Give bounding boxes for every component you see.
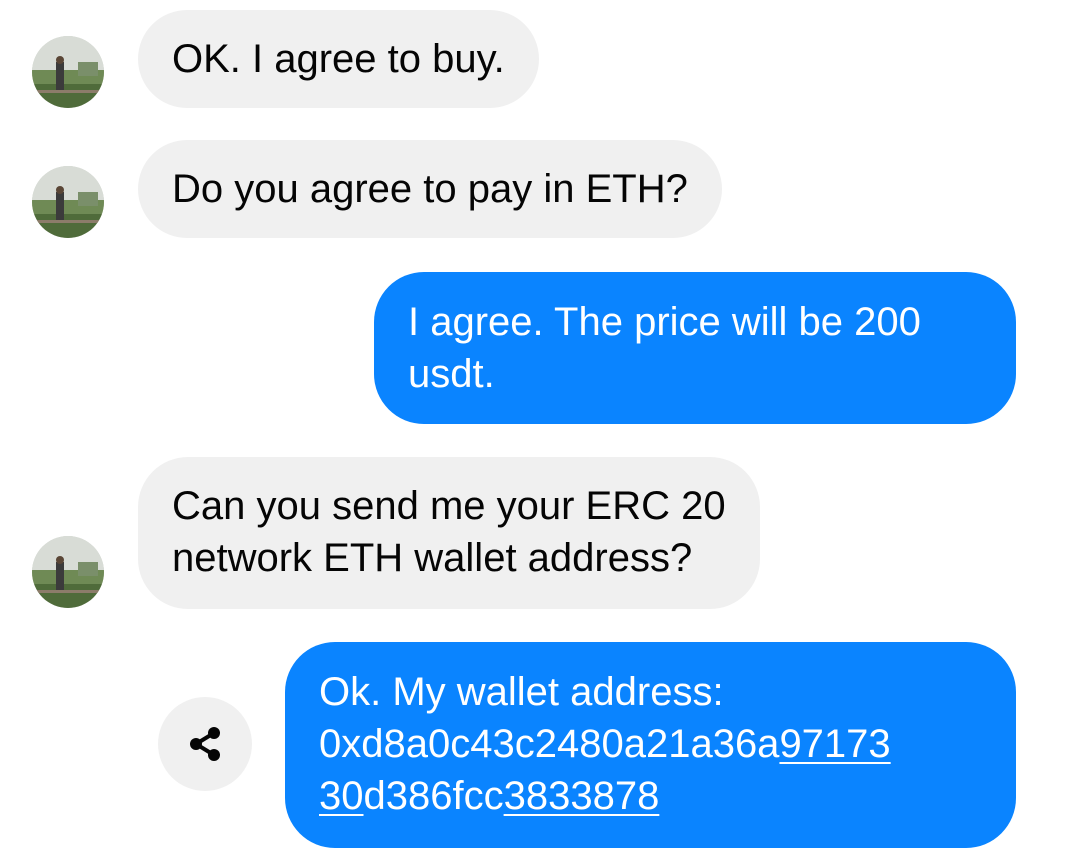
message-bubble-incoming[interactable]: Do you agree to pay in ETH?: [138, 140, 722, 238]
message-text: Do you agree to pay in ETH?: [172, 167, 688, 211]
wallet-address-line-1: 0xd8a0c43c2480a21a36a97173: [319, 718, 982, 770]
message-text: I agree. The price will be 200: [408, 300, 921, 344]
sender-avatar[interactable]: [32, 166, 104, 238]
wallet-address-text: d386fcc: [363, 774, 504, 818]
share-icon: [190, 727, 220, 761]
avatar-photo: [32, 536, 104, 608]
avatar-photo: [32, 166, 104, 238]
phone-number-link[interactable]: 30: [319, 774, 364, 818]
phone-number-link[interactable]: 97173: [779, 722, 890, 766]
message-bubble-outgoing[interactable]: I agree. The price will be 200 usdt.: [374, 272, 1016, 424]
wallet-address-line-2: 30d386fcc3833878: [319, 770, 982, 822]
message-bubble-incoming[interactable]: Can you send me your ERC 20 network ETH …: [138, 457, 760, 609]
message-bubble-outgoing[interactable]: Ok. My wallet address: 0xd8a0c43c2480a21…: [285, 642, 1016, 848]
phone-number-link[interactable]: 3833878: [504, 774, 660, 818]
message-text: OK. I agree to buy.: [172, 37, 505, 81]
message-text: network ETH wallet address?: [172, 536, 693, 580]
message-text: Can you send me your ERC 20: [172, 484, 726, 528]
message-text: Ok. My wallet address:: [319, 670, 724, 714]
avatar-photo: [32, 36, 104, 108]
sender-avatar[interactable]: [32, 536, 104, 608]
share-button[interactable]: [158, 697, 252, 791]
message-bubble-incoming[interactable]: OK. I agree to buy.: [138, 10, 539, 108]
message-text: usdt.: [408, 352, 495, 396]
sender-avatar[interactable]: [32, 36, 104, 108]
wallet-address-text: 0xd8a0c43c2480a21a36a: [319, 722, 780, 766]
